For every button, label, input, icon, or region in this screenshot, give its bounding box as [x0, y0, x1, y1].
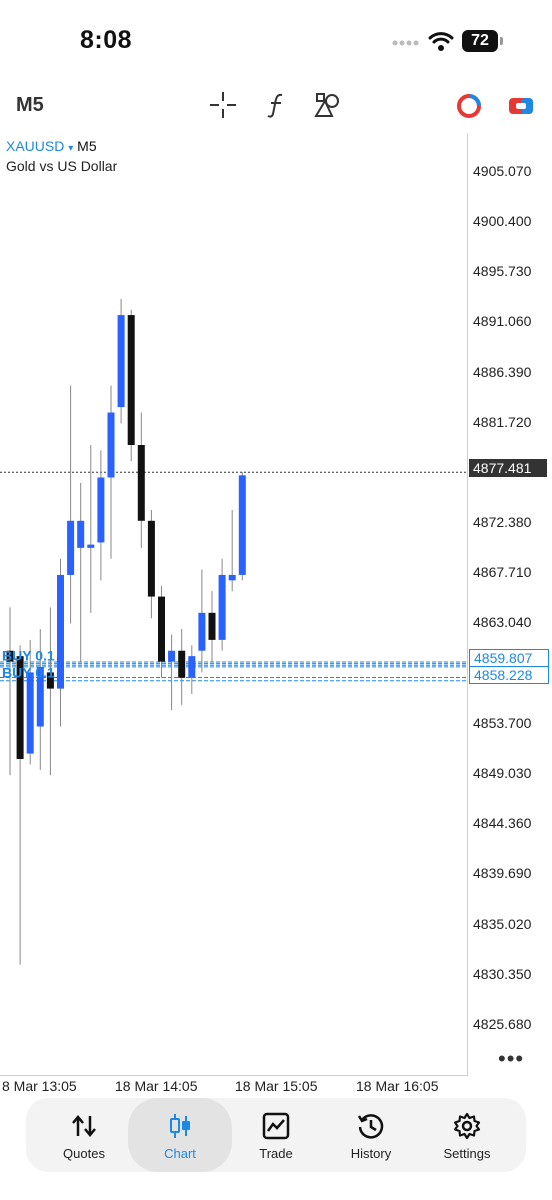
- indicators-icon[interactable]: [262, 90, 292, 120]
- chart-toolbar: M5: [0, 80, 552, 132]
- time-label: 8 Mar 13:05: [2, 1078, 77, 1094]
- chevron-down-icon[interactable]: ▾: [68, 143, 73, 154]
- gear-icon: [453, 1112, 481, 1140]
- status-bar: 8:08 72: [0, 0, 552, 80]
- tab-label: History: [350, 1146, 392, 1161]
- candle-body: [97, 477, 105, 543]
- cell-signal-icon: [392, 40, 419, 46]
- price-label: 4825.680: [473, 1016, 532, 1032]
- candle-body: [198, 612, 206, 651]
- order-label: BUY 0.1: [2, 648, 55, 664]
- price-label: 4872.380: [473, 514, 532, 530]
- tab-chart[interactable]: Chart: [128, 1098, 232, 1172]
- tab-label: Trade: [259, 1146, 293, 1161]
- bottom-tab-bar: Quotes Chart Trade History Settings: [26, 1098, 526, 1172]
- price-label: 4886.390: [473, 364, 532, 380]
- time-label: 18 Mar 15:05: [235, 1078, 318, 1094]
- price-label: 4900.400: [473, 213, 532, 229]
- candle-body: [137, 445, 145, 521]
- trade-button-icon[interactable]: [506, 91, 536, 121]
- candle-body: [77, 520, 85, 548]
- symbol-description: Gold vs US Dollar: [6, 158, 118, 174]
- symbol-name[interactable]: XAUUSD: [6, 138, 64, 154]
- order-price-label[interactable]: 4858.228: [469, 666, 549, 684]
- battery-tip: [500, 37, 503, 45]
- candle-body: [208, 612, 216, 640]
- price-label: 4905.070: [473, 163, 532, 179]
- one-click-trading-icon[interactable]: [454, 91, 484, 121]
- candle-body: [178, 650, 186, 678]
- price-label: 4835.020: [473, 916, 532, 932]
- candle-body: [87, 544, 95, 548]
- price-label: 4839.690: [473, 865, 532, 881]
- candle-body: [57, 574, 64, 689]
- order-label: BUY 0.1: [2, 665, 55, 681]
- time-label: 18 Mar 16:05: [356, 1078, 439, 1094]
- candle-body: [158, 596, 165, 662]
- candle-body: [26, 672, 34, 754]
- candle-body: [127, 315, 135, 445]
- tab-history[interactable]: History: [323, 1098, 419, 1172]
- price-label: 4891.060: [473, 313, 532, 329]
- trend-chart-icon: [262, 1112, 290, 1140]
- price-label: 4830.350: [473, 966, 532, 982]
- candlestick-chart[interactable]: BUY 0.1BUY 0.1: [0, 133, 467, 1075]
- symbol-header[interactable]: XAUUSD ▾ M5: [6, 138, 97, 154]
- history-clock-icon: [357, 1114, 384, 1139]
- price-label: 4881.720: [473, 414, 532, 430]
- candle-body: [218, 574, 226, 640]
- candle-body: [228, 574, 236, 581]
- price-label: 4853.700: [473, 715, 532, 731]
- price-label: 4867.710: [473, 564, 532, 580]
- wifi-icon: [428, 32, 454, 51]
- candle-body: [188, 656, 196, 678]
- objects-icon[interactable]: [313, 90, 343, 120]
- tab-label: Settings: [443, 1146, 491, 1161]
- tab-label: Chart: [164, 1146, 196, 1161]
- status-time: 8:08: [80, 26, 133, 54]
- battery-icon: 72: [462, 30, 498, 52]
- tab-settings[interactable]: Settings: [419, 1098, 515, 1172]
- candles-icon: [170, 1114, 190, 1138]
- candle-body: [117, 315, 125, 408]
- battery-level: 72: [471, 32, 489, 49]
- price-label: 4844.360: [473, 815, 532, 831]
- candle-body: [147, 520, 155, 597]
- crosshair-icon[interactable]: [208, 90, 238, 120]
- price-label: 4895.730: [473, 263, 532, 279]
- price-label: 4863.040: [473, 614, 532, 630]
- quotes-arrows-icon: [72, 1115, 96, 1137]
- tab-trade[interactable]: Trade: [228, 1098, 324, 1172]
- timeframe-button[interactable]: M5: [16, 94, 44, 117]
- price-label: 4849.030: [473, 765, 532, 781]
- time-label: 18 Mar 14:05: [115, 1078, 198, 1094]
- more-icon[interactable]: •••: [498, 1046, 524, 1072]
- candle-body: [107, 412, 115, 478]
- candle-body: [238, 475, 246, 575]
- current-price-label: 4877.481: [469, 459, 547, 477]
- tab-label: Quotes: [63, 1146, 105, 1161]
- candle-body: [168, 650, 176, 662]
- tab-quotes[interactable]: Quotes: [36, 1098, 132, 1172]
- symbol-timeframe: M5: [77, 138, 97, 154]
- order-price-label[interactable]: 4859.807: [469, 649, 549, 667]
- candle-body: [67, 520, 75, 575]
